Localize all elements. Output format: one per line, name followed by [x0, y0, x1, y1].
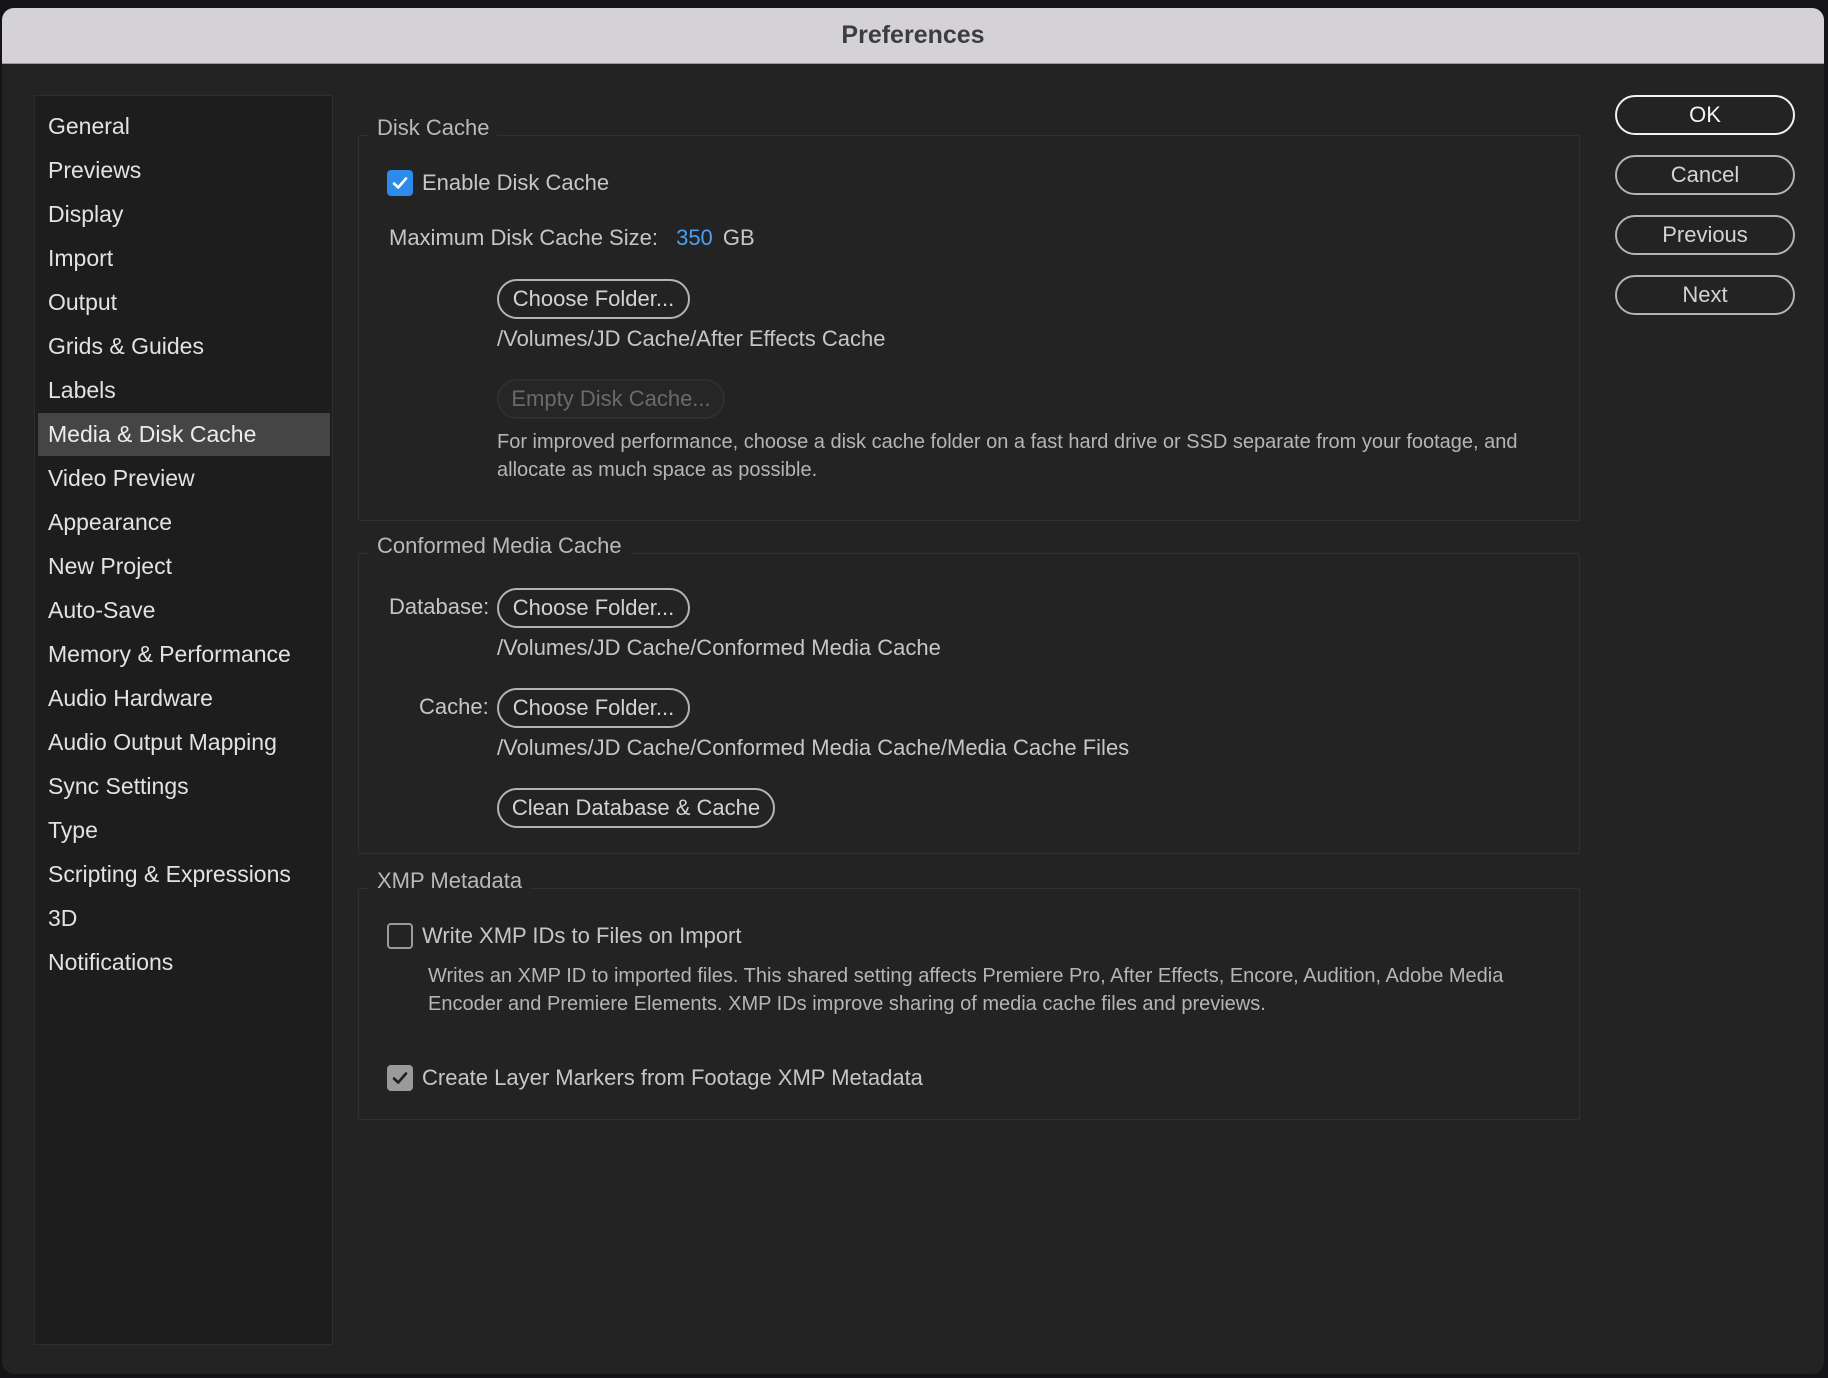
- cache-choose-folder-button[interactable]: Choose Folder...: [497, 688, 690, 728]
- checkmark-icon: [392, 1072, 408, 1084]
- preferences-sidebar: General Previews Display Import Output G…: [34, 95, 333, 1345]
- xmp-metadata-legend: XMP Metadata: [369, 867, 531, 895]
- disk-cache-legend: Disk Cache: [369, 114, 498, 142]
- checkmark-icon: [392, 177, 408, 189]
- write-xmp-ids-hint-line-1: Writes an XMP ID to imported files. This…: [428, 965, 1504, 987]
- sidebar-item-appearance[interactable]: Appearance: [38, 501, 330, 544]
- sidebar-item-new-project[interactable]: New Project: [38, 545, 330, 588]
- disk-cache-hint-line-1: For improved performance, choose a disk …: [497, 431, 1518, 453]
- previous-button[interactable]: Previous: [1615, 215, 1795, 255]
- disk-cache-hint-line-2: allocate as much space as possible.: [497, 459, 818, 481]
- database-choose-folder-button[interactable]: Choose Folder...: [497, 588, 690, 628]
- database-path: /Volumes/JD Cache/Conformed Media Cache: [497, 635, 941, 660]
- sidebar-item-audio-hardware[interactable]: Audio Hardware: [38, 677, 330, 720]
- sidebar-item-type[interactable]: Type: [38, 809, 330, 852]
- sidebar-item-previews[interactable]: Previews: [38, 149, 330, 192]
- sidebar-item-general[interactable]: General: [38, 105, 330, 148]
- enable-disk-cache-label[interactable]: Enable Disk Cache: [422, 169, 609, 197]
- ok-button[interactable]: OK: [1615, 95, 1795, 135]
- sidebar-item-video-preview[interactable]: Video Preview: [38, 457, 330, 500]
- write-xmp-ids-hint-line-2: Encoder and Premiere Elements. XMP IDs i…: [428, 993, 1266, 1015]
- next-button[interactable]: Next: [1615, 275, 1795, 315]
- xmp-metadata-group: XMP Metadata Write XMP IDs to Files on I…: [358, 867, 1580, 1120]
- sidebar-item-output[interactable]: Output: [38, 281, 330, 324]
- preferences-dialog: Preferences General Previews Display Imp…: [2, 8, 1824, 1374]
- sidebar-item-memory-performance[interactable]: Memory & Performance: [38, 633, 330, 676]
- max-disk-cache-size-label: Maximum Disk Cache Size:: [389, 225, 658, 250]
- max-disk-cache-size-unit: GB: [722, 225, 755, 250]
- max-disk-cache-size-value[interactable]: 350: [676, 225, 713, 250]
- enable-disk-cache-checkbox[interactable]: [387, 170, 413, 196]
- write-xmp-ids-label[interactable]: Write XMP IDs to Files on Import: [422, 922, 742, 950]
- sidebar-item-sync-settings[interactable]: Sync Settings: [38, 765, 330, 808]
- cache-label: Cache:: [419, 694, 489, 719]
- sidebar-item-display[interactable]: Display: [38, 193, 330, 236]
- clean-database-cache-button[interactable]: Clean Database & Cache: [497, 788, 775, 828]
- conformed-media-cache-legend: Conformed Media Cache: [369, 532, 630, 560]
- create-layer-markers-checkbox[interactable]: [387, 1065, 413, 1091]
- sidebar-item-scripting-expressions[interactable]: Scripting & Expressions: [38, 853, 330, 896]
- sidebar-item-grids-guides[interactable]: Grids & Guides: [38, 325, 330, 368]
- window-title: Preferences: [841, 21, 985, 49]
- sidebar-item-labels[interactable]: Labels: [38, 369, 330, 412]
- sidebar-item-media-disk-cache[interactable]: Media & Disk Cache: [38, 413, 330, 456]
- database-label: Database:: [389, 594, 490, 619]
- sidebar-item-import[interactable]: Import: [38, 237, 330, 280]
- disk-cache-choose-folder-button[interactable]: Choose Folder...: [497, 279, 690, 319]
- sidebar-item-3d[interactable]: 3D: [38, 897, 330, 940]
- write-xmp-ids-checkbox[interactable]: [387, 923, 413, 949]
- disk-cache-group: Disk Cache Enable Disk Cache Maximum Dis…: [358, 114, 1580, 521]
- disk-cache-folder-path: /Volumes/JD Cache/After Effects Cache: [497, 326, 886, 351]
- cache-path: /Volumes/JD Cache/Conformed Media Cache/…: [497, 735, 1130, 760]
- sidebar-item-notifications[interactable]: Notifications: [38, 941, 330, 984]
- title-bar[interactable]: Preferences: [2, 8, 1824, 64]
- sidebar-item-auto-save[interactable]: Auto-Save: [38, 589, 330, 632]
- cancel-button[interactable]: Cancel: [1615, 155, 1795, 195]
- sidebar-item-audio-output-mapping[interactable]: Audio Output Mapping: [38, 721, 330, 764]
- empty-disk-cache-button[interactable]: Empty Disk Cache...: [497, 379, 725, 419]
- create-layer-markers-label[interactable]: Create Layer Markers from Footage XMP Me…: [422, 1064, 923, 1092]
- conformed-media-cache-group: Conformed Media Cache Database: Choose F…: [358, 532, 1580, 854]
- max-disk-cache-size-row: Maximum Disk Cache Size: 350 GB: [389, 224, 755, 252]
